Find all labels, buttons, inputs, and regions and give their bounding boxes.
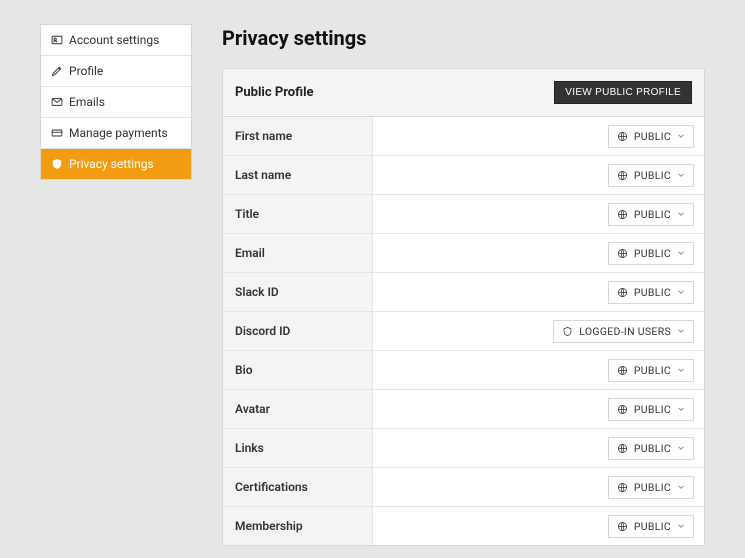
visibility-dropdown[interactable]: PUBLIC <box>608 242 694 265</box>
privacy-row: Bio PUBLIC <box>223 351 704 390</box>
privacy-row: Certifications PUBLIC <box>223 468 704 507</box>
privacy-row-label: Certifications <box>223 468 373 506</box>
visibility-dropdown[interactable]: PUBLIC <box>608 515 694 538</box>
sidebar-item-profile[interactable]: Profile <box>41 56 191 87</box>
pencil-icon <box>51 65 63 77</box>
globe-icon <box>617 482 628 493</box>
privacy-row: Links PUBLIC <box>223 429 704 468</box>
sidebar-item-emails[interactable]: Emails <box>41 87 191 118</box>
privacy-row-label: Last name <box>223 156 373 194</box>
privacy-row-value: LOGGED-IN USERS <box>373 312 704 350</box>
page-title: Privacy settings <box>222 26 705 50</box>
main-content: Privacy settings Public Profile VIEW PUB… <box>222 24 705 546</box>
privacy-row-value: PUBLIC <box>373 507 704 545</box>
visibility-value: PUBLIC <box>634 130 671 143</box>
privacy-row: Slack ID PUBLIC <box>223 273 704 312</box>
privacy-row-value: PUBLIC <box>373 195 704 233</box>
chevron-down-icon <box>677 522 685 530</box>
chevron-down-icon <box>677 444 685 452</box>
privacy-row-label: Discord ID <box>223 312 373 350</box>
view-public-profile-button[interactable]: VIEW PUBLIC PROFILE <box>554 81 692 104</box>
privacy-row-label: Title <box>223 195 373 233</box>
shield-icon <box>51 158 63 170</box>
privacy-row-label: Email <box>223 234 373 272</box>
visibility-value: PUBLIC <box>634 520 671 533</box>
chevron-down-icon <box>677 171 685 179</box>
privacy-row-value: PUBLIC <box>373 468 704 506</box>
globe-icon <box>617 404 628 415</box>
panel-header-title: Public Profile <box>235 85 314 100</box>
globe-icon <box>617 365 628 376</box>
sidebar-item-privacy-settings[interactable]: Privacy settings <box>41 149 191 179</box>
privacy-row-label: Bio <box>223 351 373 389</box>
globe-icon <box>617 209 628 220</box>
visibility-value: PUBLIC <box>634 364 671 377</box>
sidebar-item-label: Emails <box>69 95 105 109</box>
visibility-value: PUBLIC <box>634 208 671 221</box>
visibility-value: PUBLIC <box>634 403 671 416</box>
visibility-value: PUBLIC <box>634 481 671 494</box>
sidebar-item-account-settings[interactable]: Account settings <box>41 25 191 56</box>
visibility-value: PUBLIC <box>634 286 671 299</box>
visibility-value: LOGGED-IN USERS <box>579 325 671 338</box>
chevron-down-icon <box>677 327 685 335</box>
globe-icon <box>617 521 628 532</box>
panel-header: Public Profile VIEW PUBLIC PROFILE <box>223 69 704 117</box>
sidebar-item-label: Account settings <box>69 33 159 47</box>
visibility-dropdown[interactable]: PUBLIC <box>608 281 694 304</box>
sidebar: Account settings Profile Emails Manage p… <box>40 24 192 180</box>
visibility-value: PUBLIC <box>634 169 671 182</box>
privacy-row-value: PUBLIC <box>373 429 704 467</box>
visibility-value: PUBLIC <box>634 442 671 455</box>
visibility-dropdown[interactable]: LOGGED-IN USERS <box>553 320 694 343</box>
privacy-row-value: PUBLIC <box>373 234 704 272</box>
privacy-row-label: First name <box>223 117 373 155</box>
privacy-row: Email PUBLIC <box>223 234 704 273</box>
visibility-dropdown[interactable]: PUBLIC <box>608 203 694 226</box>
privacy-row-value: PUBLIC <box>373 117 704 155</box>
privacy-row: Last name PUBLIC <box>223 156 704 195</box>
chevron-down-icon <box>677 132 685 140</box>
visibility-dropdown[interactable]: PUBLIC <box>608 437 694 460</box>
envelope-icon <box>51 96 63 108</box>
globe-icon <box>617 287 628 298</box>
shield-icon <box>562 326 573 337</box>
visibility-dropdown[interactable]: PUBLIC <box>608 125 694 148</box>
globe-icon <box>617 170 628 181</box>
privacy-row-label: Avatar <box>223 390 373 428</box>
chevron-down-icon <box>677 210 685 218</box>
privacy-row: First name PUBLIC <box>223 117 704 156</box>
chevron-down-icon <box>677 405 685 413</box>
sidebar-item-label: Manage payments <box>69 126 168 140</box>
sidebar-item-label: Privacy settings <box>69 157 154 171</box>
visibility-dropdown[interactable]: PUBLIC <box>608 359 694 382</box>
privacy-row: Avatar PUBLIC <box>223 390 704 429</box>
chevron-down-icon <box>677 249 685 257</box>
chevron-down-icon <box>677 483 685 491</box>
visibility-dropdown[interactable]: PUBLIC <box>608 164 694 187</box>
globe-icon <box>617 443 628 454</box>
visibility-value: PUBLIC <box>634 247 671 260</box>
globe-icon <box>617 248 628 259</box>
privacy-row-label: Slack ID <box>223 273 373 311</box>
user-card-icon <box>51 34 63 46</box>
visibility-dropdown[interactable]: PUBLIC <box>608 476 694 499</box>
public-profile-panel: Public Profile VIEW PUBLIC PROFILE First… <box>222 68 705 546</box>
privacy-row: Membership PUBLIC <box>223 507 704 545</box>
chevron-down-icon <box>677 288 685 296</box>
privacy-row-label: Links <box>223 429 373 467</box>
sidebar-item-label: Profile <box>69 64 103 78</box>
credit-card-icon <box>51 127 63 139</box>
privacy-row: Title PUBLIC <box>223 195 704 234</box>
visibility-dropdown[interactable]: PUBLIC <box>608 398 694 421</box>
privacy-row: Discord ID LOGGED-IN USERS <box>223 312 704 351</box>
globe-icon <box>617 131 628 142</box>
privacy-row-value: PUBLIC <box>373 390 704 428</box>
privacy-row-value: PUBLIC <box>373 156 704 194</box>
privacy-row-value: PUBLIC <box>373 273 704 311</box>
sidebar-item-manage-payments[interactable]: Manage payments <box>41 118 191 149</box>
chevron-down-icon <box>677 366 685 374</box>
privacy-row-value: PUBLIC <box>373 351 704 389</box>
privacy-row-label: Membership <box>223 507 373 545</box>
